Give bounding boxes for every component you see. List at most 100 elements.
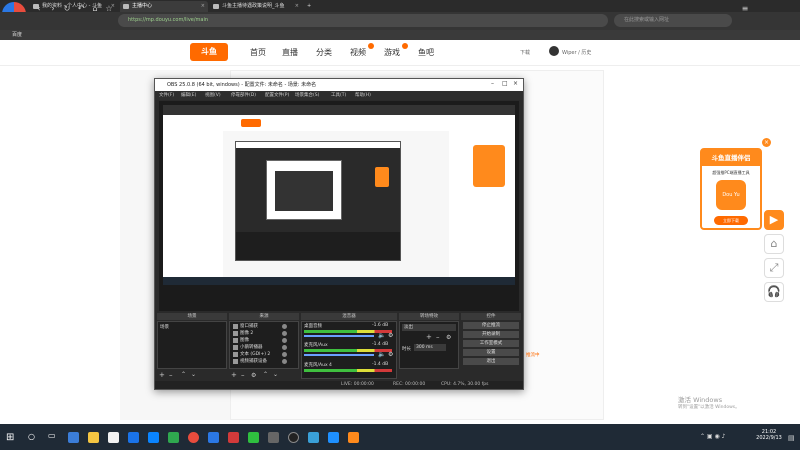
- settings-button[interactable]: 设置: [463, 349, 519, 356]
- refresh-icon[interactable]: ↻: [62, 4, 72, 14]
- source-item[interactable]: 窗口捕获: [232, 323, 302, 330]
- expand-icon[interactable]: ⤢: [764, 258, 784, 278]
- tab-streamer-center[interactable]: 主播中心 ×: [120, 1, 208, 12]
- douyu-app-icon[interactable]: [348, 432, 359, 443]
- menu-profile[interactable]: 配置文件(P): [265, 91, 289, 100]
- red-app-icon[interactable]: [228, 432, 239, 443]
- gear-icon[interactable]: ⚙: [388, 332, 393, 339]
- star-icon[interactable]: ☆: [104, 4, 114, 14]
- app-icon[interactable]: [328, 432, 339, 443]
- stop-streaming-button[interactable]: 停止推流: [463, 322, 519, 329]
- remove-scene-button[interactable]: –: [169, 371, 173, 379]
- visibility-icon[interactable]: [282, 331, 287, 336]
- remove-source-button[interactable]: –: [241, 371, 245, 379]
- download-button[interactable]: 立即下载: [714, 216, 748, 225]
- transition-settings-icon[interactable]: ⚙: [446, 334, 451, 341]
- nav-home[interactable]: 首页: [250, 47, 266, 58]
- gear-icon[interactable]: ⚙: [388, 351, 393, 358]
- bookmark-baidu[interactable]: 百度: [0, 30, 800, 40]
- scene-up-icon[interactable]: ⌃: [181, 371, 186, 378]
- green-app-icon[interactable]: [168, 432, 179, 443]
- source-up-icon[interactable]: ⌃: [263, 371, 268, 378]
- scene-down-icon[interactable]: ⌄: [191, 371, 196, 378]
- speaker-icon[interactable]: 🔈: [378, 351, 385, 358]
- speaker-icon[interactable]: 🔈: [378, 332, 385, 339]
- forward-icon[interactable]: ›: [48, 4, 58, 14]
- start-recording-button[interactable]: 开始录制: [463, 331, 519, 338]
- menu-file[interactable]: 文件(F): [159, 91, 174, 100]
- menu-help[interactable]: 帮助(H): [355, 91, 371, 100]
- blue-app-icon[interactable]: [208, 432, 219, 443]
- search-input[interactable]: 在此搜索或输入网址: [614, 14, 732, 27]
- menu-view[interactable]: 视图(V): [205, 91, 221, 100]
- store-icon[interactable]: [108, 432, 119, 443]
- app-icon[interactable]: [268, 432, 279, 443]
- download-link[interactable]: 下载: [520, 49, 530, 56]
- close-icon[interactable]: ×: [762, 138, 771, 147]
- scenes-list[interactable]: 场景: [157, 321, 227, 369]
- add-scene-button[interactable]: +: [159, 371, 165, 379]
- obs-preview[interactable]: [159, 101, 519, 311]
- menu-docks[interactable]: 停靠部件(D): [231, 91, 256, 100]
- visibility-icon[interactable]: [282, 359, 287, 364]
- edge-icon[interactable]: [128, 432, 139, 443]
- scene-item[interactable]: 场景: [160, 324, 224, 330]
- home-icon[interactable]: ⌂: [764, 234, 784, 254]
- maximize-icon[interactable]: □: [502, 80, 508, 87]
- user-name[interactable]: Wiper / 历史: [562, 49, 591, 56]
- source-settings-icon[interactable]: ⚙: [251, 372, 256, 379]
- new-tab-button[interactable]: +: [304, 1, 316, 12]
- notification-icon[interactable]: ▤: [788, 434, 795, 442]
- visibility-icon[interactable]: [282, 338, 287, 343]
- obs-icon[interactable]: [288, 432, 299, 443]
- tray-icons[interactable]: ⌃ ▣ ◉ ♪: [700, 433, 725, 440]
- search-icon[interactable]: ○: [28, 432, 35, 441]
- remove-transition-button[interactable]: –: [436, 333, 440, 341]
- visibility-icon[interactable]: [282, 345, 287, 350]
- mail-icon[interactable]: [148, 432, 159, 443]
- volume-slider[interactable]: [304, 335, 374, 337]
- add-transition-button[interactable]: +: [426, 333, 432, 341]
- source-item[interactable]: 图像: [232, 337, 302, 344]
- douyu-logo[interactable]: 斗鱼: [190, 43, 228, 61]
- close-tab-icon[interactable]: ×: [201, 1, 205, 12]
- close-icon[interactable]: ×: [513, 80, 518, 87]
- ad-panel[interactable]: 斗鱼直播伴侣 超强推PC端直播工具 Dou Yu 立即下载: [700, 148, 762, 230]
- nav-video[interactable]: 视频: [350, 47, 366, 58]
- source-item[interactable]: 文本 (GDI+) 2: [232, 351, 302, 358]
- back-icon[interactable]: ‹: [34, 4, 44, 14]
- undo-icon[interactable]: ↶: [76, 4, 86, 14]
- visibility-icon[interactable]: [282, 352, 287, 357]
- source-item[interactable]: 视频捕获设备: [232, 358, 302, 365]
- minimize-icon[interactable]: –: [491, 80, 494, 87]
- taskbar-app-icon[interactable]: [68, 432, 79, 443]
- address-bar[interactable]: https://mp.douyu.com/live/main: [118, 14, 608, 27]
- source-down-icon[interactable]: ⌄: [273, 371, 278, 378]
- avatar[interactable]: [549, 46, 559, 56]
- home-icon[interactable]: ⌂: [90, 4, 100, 14]
- play-icon[interactable]: ▶: [764, 210, 784, 230]
- obs-window[interactable]: OBS 25.0.8 (64 bit, windows) - 配置文件: 未命名…: [154, 78, 524, 390]
- source-item[interactable]: 图像 2: [232, 330, 302, 337]
- windows-start-icon[interactable]: ⊞: [6, 432, 14, 443]
- menu-edit[interactable]: 编辑(E): [181, 91, 196, 100]
- nav-category[interactable]: 分类: [316, 47, 332, 58]
- tab-policy[interactable]: 斗鱼主播待遇政策说明_斗鱼 ×: [210, 1, 302, 12]
- duration-input[interactable]: 300 ms: [414, 344, 446, 351]
- nav-fishbar[interactable]: 鱼吧: [418, 47, 434, 58]
- nav-game[interactable]: 游戏: [384, 47, 400, 58]
- visibility-icon[interactable]: [282, 324, 287, 329]
- transition-select[interactable]: 淡出: [402, 324, 456, 331]
- close-tab-icon[interactable]: ×: [295, 1, 299, 12]
- volume-slider[interactable]: [304, 354, 374, 356]
- source-item[interactable]: 小鹅转播器: [232, 344, 302, 351]
- task-view-icon[interactable]: ▭: [48, 431, 56, 440]
- exit-button[interactable]: 退出: [463, 358, 519, 365]
- menu-tools[interactable]: 工具(T): [331, 91, 346, 100]
- add-source-button[interactable]: +: [231, 371, 237, 379]
- app-icon[interactable]: [308, 432, 319, 443]
- studio-mode-button[interactable]: 工作室模式: [463, 340, 519, 347]
- sources-list[interactable]: 窗口捕获 图像 2 图像 小鹅转播器 文本 (GDI+) 2 视频捕获设备: [229, 321, 299, 369]
- chrome-icon[interactable]: [188, 432, 199, 443]
- menu-scene-collection[interactable]: 场景集合(S): [295, 91, 319, 100]
